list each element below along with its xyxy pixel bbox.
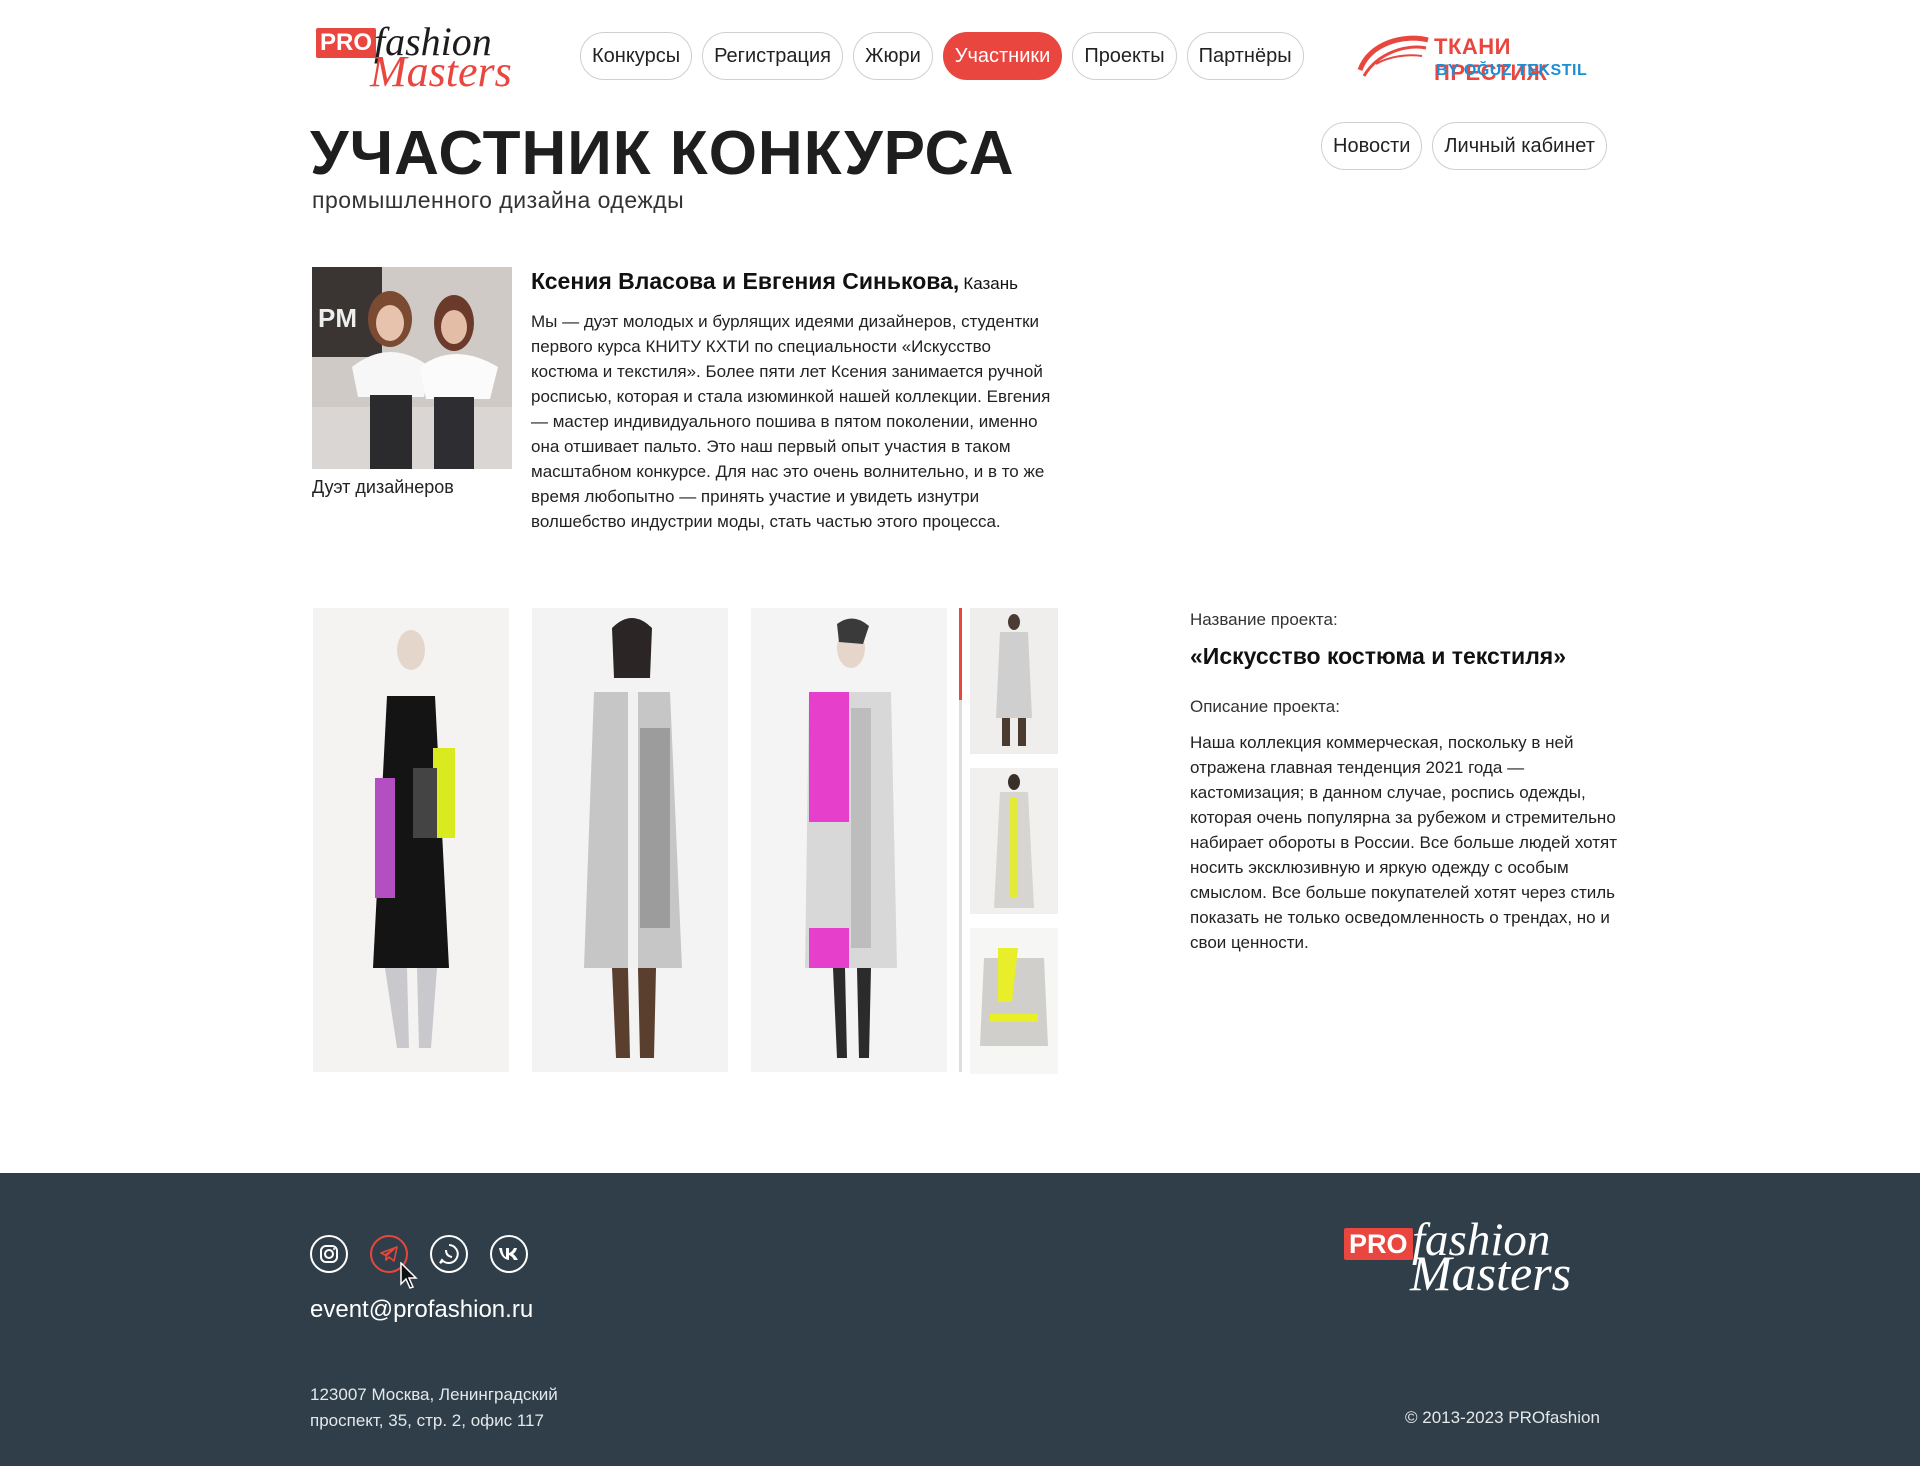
logo-pro: PRO <box>316 28 377 58</box>
footer-logo-masters: Masters <box>1410 1245 1572 1301</box>
nav-item-partners[interactable]: Партнёры <box>1186 32 1304 80</box>
nav-item-projects[interactable]: Проекты <box>1072 32 1177 80</box>
gallery-image-2[interactable] <box>532 608 728 1072</box>
designers-photo-image: PM <box>312 267 512 469</box>
project-desc-label: Описание проекта: <box>1190 697 1340 716</box>
participant-names: Ксения Власова и Евгения Синькова, <box>531 268 960 294</box>
gallery-thumb-3[interactable] <box>970 928 1058 1074</box>
gallery-thumb-1[interactable] <box>970 608 1058 754</box>
page-title: УЧАСТНИК КОНКУРСА <box>310 119 1015 188</box>
partner-logo[interactable]: ТКАНИ ПРЕСТИЖ BY OĞUZ TEKSTIL <box>1356 34 1616 85</box>
photo-caption: Дуэт дизайнеров <box>312 477 454 497</box>
thumb-3-image <box>970 928 1058 1074</box>
footer-address-line2: проспект, 35, стр. 2, офис 117 <box>310 1411 544 1430</box>
copyright: © 2013-2023 PROfashion <box>1405 1408 1600 1427</box>
partner-by: BY OĞUZ TEKSTIL <box>1436 62 1588 79</box>
gallery-image-3[interactable] <box>751 608 947 1072</box>
participant-bio: Мы — дуэт молодых и бурлящих идеями диза… <box>531 312 1051 531</box>
footer-logo-pro: PRO <box>1344 1228 1413 1260</box>
nav-item-jury[interactable]: Жюри <box>853 32 933 80</box>
gallery-scrollbar[interactable] <box>959 608 962 1072</box>
participant-city: Казань <box>963 274 1018 293</box>
footer-address: 123007 Москва, Ленинградский проспект, 3… <box>310 1382 558 1434</box>
footer-logo[interactable]: PRO fashion Masters <box>1342 1216 1622 1301</box>
project-description: Наша коллекция коммерческая, поскольку в… <box>1190 733 1618 952</box>
site-logo[interactable]: PRO fashion Masters <box>312 22 532 94</box>
account-button[interactable]: Личный кабинет <box>1432 122 1607 170</box>
sketch-black-coat-image <box>313 608 509 1072</box>
partner-swoosh-icon <box>1357 35 1429 77</box>
gallery-image-1[interactable] <box>313 608 509 1072</box>
nav-item-registration[interactable]: Регистрация <box>702 32 843 80</box>
footer <box>0 1173 1920 1466</box>
participant-name: Ксения Власова и Евгения Синькова, Казань <box>531 268 1018 295</box>
page-subtitle: промышленного дизайна одежды <box>312 187 685 213</box>
secondary-nav: Новости Личный кабинет <box>1321 122 1607 170</box>
project-title: «Искусство костюма и текстиля» <box>1190 643 1567 669</box>
footer-address-line1: 123007 Москва, Ленинградский <box>310 1385 558 1404</box>
instagram-icon[interactable] <box>310 1235 348 1273</box>
main-nav: Конкурсы Регистрация Жюри Участники Прое… <box>580 32 1304 80</box>
thumb-1-image <box>970 608 1058 754</box>
sketch-grey-coat-image <box>532 608 728 1072</box>
gallery-scrollbar-thumb[interactable] <box>959 608 962 700</box>
nav-item-contests[interactable]: Конкурсы <box>580 32 693 80</box>
vk-icon[interactable] <box>490 1235 528 1273</box>
svg-text:PM: PM <box>318 303 357 333</box>
sketch-pink-coat-image <box>751 608 947 1072</box>
logo-masters: Masters <box>370 47 512 96</box>
project-title-label: Название проекта: <box>1190 610 1338 629</box>
thumb-2-image <box>970 768 1058 914</box>
footer-email-link[interactable]: event@profashion.ru <box>310 1296 533 1324</box>
news-button[interactable]: Новости <box>1321 122 1423 170</box>
nav-item-participants[interactable]: Участники <box>942 32 1063 80</box>
mouse-cursor-icon <box>400 1262 418 1289</box>
designers-photo[interactable]: PM <box>312 267 512 469</box>
gallery-thumb-2[interactable] <box>970 768 1058 914</box>
whatsapp-icon[interactable] <box>430 1235 468 1273</box>
